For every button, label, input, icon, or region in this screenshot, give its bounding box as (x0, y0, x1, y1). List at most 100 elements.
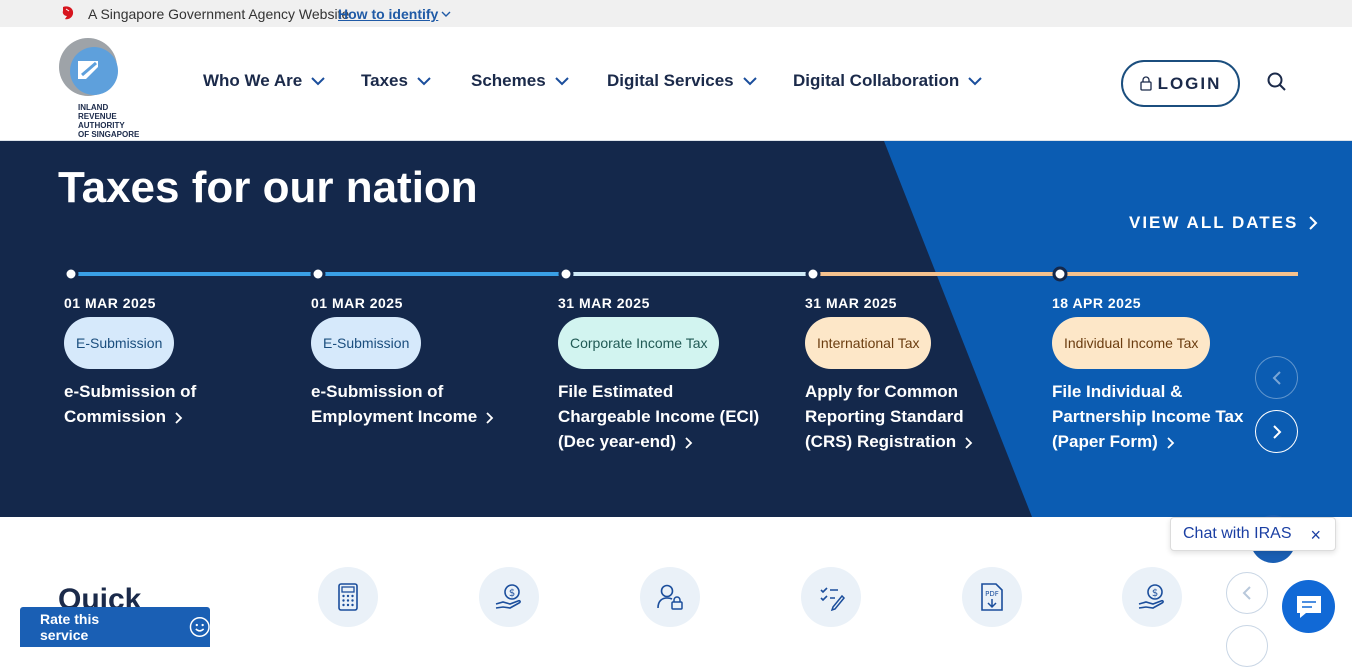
quick-link-forms[interactable] (801, 567, 861, 627)
svg-text:$: $ (1152, 588, 1158, 599)
logo-line: AUTHORITY (78, 121, 125, 130)
chevron-down-icon (441, 11, 451, 17)
event-title-line: (Dec year-end) (558, 432, 677, 451)
iras-logo-icon (59, 38, 118, 96)
hand-money-icon: $ (495, 584, 521, 609)
close-icon[interactable]: × (1310, 525, 1321, 546)
event-date: 18 APR 2025 (1052, 295, 1142, 311)
event-title-line: Commission (64, 407, 167, 426)
tax-calendar-hero: Taxes for our nation VIEW ALL DATES 01 M… (0, 141, 1352, 517)
nav-label: Taxes (361, 71, 408, 90)
event-tag: Corporate Income Tax (558, 317, 720, 369)
logo-line: INLAND REVENUE (78, 103, 117, 121)
nav-label: Digital Services (607, 71, 734, 90)
carousel-prev-button[interactable] (1255, 356, 1298, 399)
logo-line: OF SINGAPORE (78, 130, 140, 139)
hand-money-icon: $ (1138, 584, 1164, 609)
logo-text: INLAND REVENUE AUTHORITY OF SINGAPORE (78, 103, 148, 139)
svg-text:PDF: PDF (985, 590, 999, 598)
login-label: LOGIN (1157, 73, 1222, 93)
quick-link-account[interactable] (640, 567, 700, 627)
timeline-dot (63, 266, 79, 282)
user-lock-icon (657, 584, 683, 610)
event-title-line: File Estimated (558, 382, 674, 401)
event-title-line: e-Submission of (311, 382, 444, 401)
timeline-dot (805, 266, 821, 282)
chevron-right-icon (175, 411, 183, 424)
chat-tooltip[interactable]: Chat with IRAS × (1170, 517, 1336, 551)
timeline-dot (310, 266, 326, 282)
chevron-right-icon (1167, 436, 1175, 449)
event-date: 31 MAR 2025 (805, 295, 897, 311)
event-date: 01 MAR 2025 (311, 295, 403, 311)
event-title-line: Apply for Common (805, 382, 958, 401)
chat-button[interactable] (1282, 580, 1335, 633)
event-link[interactable]: Apply for Common Reporting Standard (CRS… (805, 379, 973, 454)
gov-agency-text: A Singapore Government Agency Website (88, 6, 350, 22)
nav-digital-collaboration[interactable]: Digital Collaboration (793, 71, 983, 91)
event-link[interactable]: e-Submission of Commission (64, 379, 196, 429)
timeline-dot (1052, 266, 1068, 282)
login-button[interactable]: LOGIN (1121, 60, 1240, 107)
calculator-icon (338, 583, 358, 611)
event-tag: E-Submission (64, 317, 175, 369)
svg-text:$: $ (509, 588, 515, 599)
nav-schemes[interactable]: Schemes (471, 71, 570, 91)
quick-link-calculator[interactable] (318, 567, 378, 627)
event-title-line: Chargeable Income (ECI) (558, 407, 760, 426)
lock-icon (1139, 76, 1152, 91)
nav-label: Schemes (471, 71, 546, 90)
iras-logo[interactable]: INLAND REVENUE AUTHORITY OF SINGAPORE (58, 37, 148, 139)
event-date: 01 MAR 2025 (64, 295, 156, 311)
event-title-line: e-Submission of (64, 382, 197, 401)
event-title-line: (Paper Form) (1052, 432, 1158, 451)
how-to-identify-label: How to identify (338, 6, 439, 22)
chevron-down-icon (417, 77, 431, 86)
chevron-right-icon (965, 436, 973, 449)
event-link[interactable]: File Individual & Partnership Income Tax… (1052, 379, 1243, 454)
chevron-down-icon (554, 77, 569, 86)
event-title-line: Partnership Income Tax (1052, 407, 1244, 426)
event-tag: Individual Income Tax (1052, 317, 1211, 369)
nav-taxes[interactable]: Taxes (361, 71, 432, 91)
how-to-identify-link[interactable]: How to identify (338, 6, 451, 22)
chevron-down-icon (968, 77, 982, 86)
quick-link-pdf[interactable]: PDF (962, 567, 1022, 627)
nav-label: Who We Are (203, 71, 303, 90)
timeline-dot (558, 266, 574, 282)
chat-tooltip-label: Chat with IRAS (1183, 525, 1292, 542)
chevron-left-icon (1242, 586, 1251, 600)
quick-links-prev-button[interactable] (1226, 572, 1268, 614)
event-title-line: File Individual & (1052, 382, 1183, 401)
event-link[interactable]: File Estimated Chargeable Income (ECI) (… (558, 379, 759, 454)
chevron-down-icon (311, 77, 325, 86)
government-masthead: A Singapore Government Agency Website Ho… (0, 0, 1352, 27)
chat-bubble-icon (1296, 595, 1321, 618)
event-title-line: (CRS) Registration (805, 432, 957, 451)
nav-label: Digital Collaboration (793, 71, 960, 90)
site-header: INLAND REVENUE AUTHORITY OF SINGAPORE Wh… (0, 27, 1352, 141)
nav-digital-services[interactable]: Digital Services (607, 71, 758, 91)
form-checklist-icon (820, 587, 846, 612)
event-title-line: Employment Income (311, 407, 478, 426)
pdf-download-icon: PDF (981, 583, 1003, 611)
event-date: 31 MAR 2025 (558, 295, 650, 311)
event-tag: E-Submission (311, 317, 422, 369)
event-tag: International Tax (805, 317, 932, 369)
quick-links-next-button[interactable] (1226, 625, 1268, 667)
smiley-icon (189, 617, 210, 637)
chevron-right-icon (486, 411, 494, 424)
nav-who-we-are[interactable]: Who We Are (203, 71, 326, 91)
search-icon[interactable] (1266, 71, 1288, 93)
quick-link-payment[interactable]: $ (479, 567, 539, 627)
lion-head-icon (62, 6, 74, 20)
rate-this-service-button[interactable]: Rate this service (20, 607, 210, 647)
chevron-down-icon (742, 77, 757, 86)
event-link[interactable]: e-Submission of Employment Income (311, 379, 494, 429)
quick-link-refund[interactable]: $ (1122, 567, 1182, 627)
chevron-right-icon (1272, 424, 1281, 439)
carousel-next-button[interactable] (1255, 410, 1298, 453)
chevron-left-icon (1272, 370, 1281, 385)
chevron-right-icon (685, 436, 693, 449)
rate-label: Rate this service (40, 611, 100, 643)
